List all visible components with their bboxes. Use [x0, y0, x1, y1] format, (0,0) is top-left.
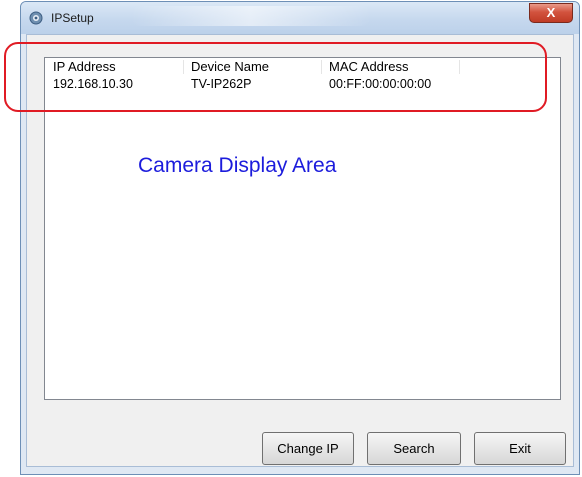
device-list-highlight	[4, 42, 547, 112]
close-button[interactable]: X	[529, 3, 573, 23]
close-icon: X	[546, 5, 556, 20]
window-title: IPSetup	[51, 11, 94, 25]
exit-button[interactable]: Exit	[474, 432, 566, 465]
change-ip-button[interactable]: Change IP	[262, 432, 354, 465]
camera-display-area-label: Camera Display Area	[138, 154, 337, 177]
search-button[interactable]: Search	[367, 432, 461, 465]
title-bar-glare	[131, 6, 371, 26]
ipsetup-app-icon	[29, 11, 43, 25]
title-bar: IPSetup X	[21, 2, 579, 34]
